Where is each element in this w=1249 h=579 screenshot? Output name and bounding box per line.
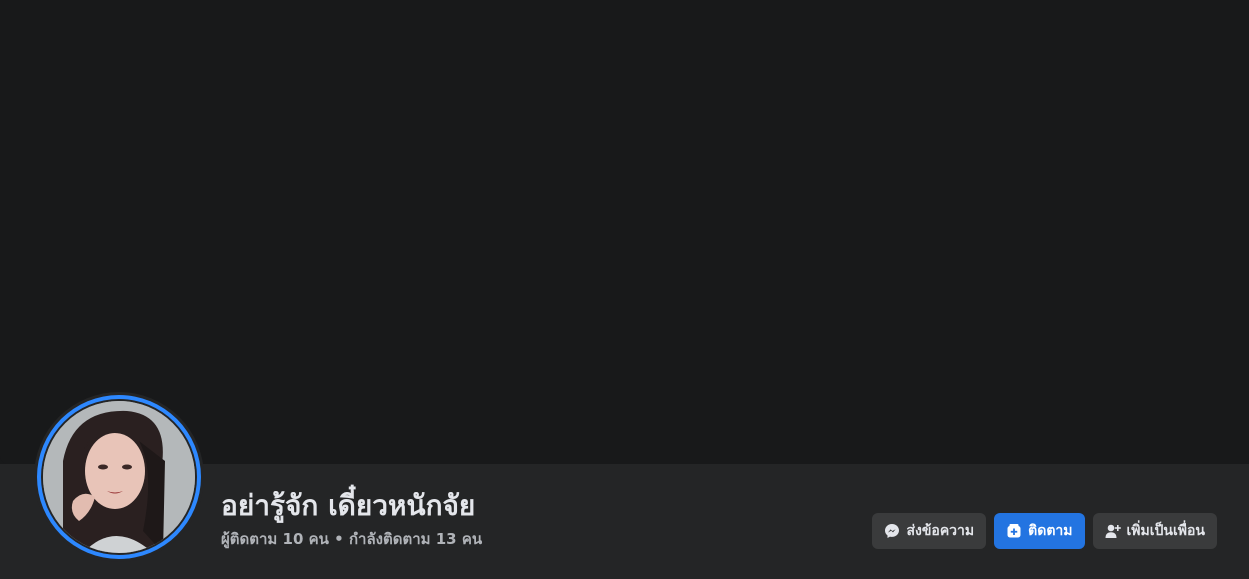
add-friend-label: เพิ่มเป็นเพื่อน <box>1126 523 1205 539</box>
follow-icon <box>1006 523 1022 539</box>
profile-avatar[interactable] <box>34 392 204 562</box>
story-ring <box>37 395 201 559</box>
add-friend-button[interactable]: เพิ่มเป็นเพื่อน <box>1092 513 1217 549</box>
cover-photo[interactable] <box>0 0 1249 464</box>
follow-label: ติดตาม <box>1028 523 1073 539</box>
profile-page: อย่ารู้จัก เดี๋ยวหนักจัย ผู้ติดตาม 10 คน… <box>0 0 1249 579</box>
messenger-icon <box>884 523 900 539</box>
profile-actions: ส่งข้อความ ติดตาม เพิ่มเป็นเพื่อน <box>872 513 1217 549</box>
send-message-button[interactable]: ส่งข้อความ <box>872 513 987 549</box>
send-message-label: ส่งข้อความ <box>906 523 975 539</box>
profile-name: อย่ารู้จัก เดี๋ยวหนักจัย <box>221 489 476 522</box>
follow-stats[interactable]: ผู้ติดตาม 10 คน • กำลังติดตาม 13 คน <box>221 529 482 549</box>
avatar-photo <box>43 401 195 553</box>
add-friend-icon <box>1105 523 1121 539</box>
follow-button[interactable]: ติดตาม <box>994 513 1085 549</box>
